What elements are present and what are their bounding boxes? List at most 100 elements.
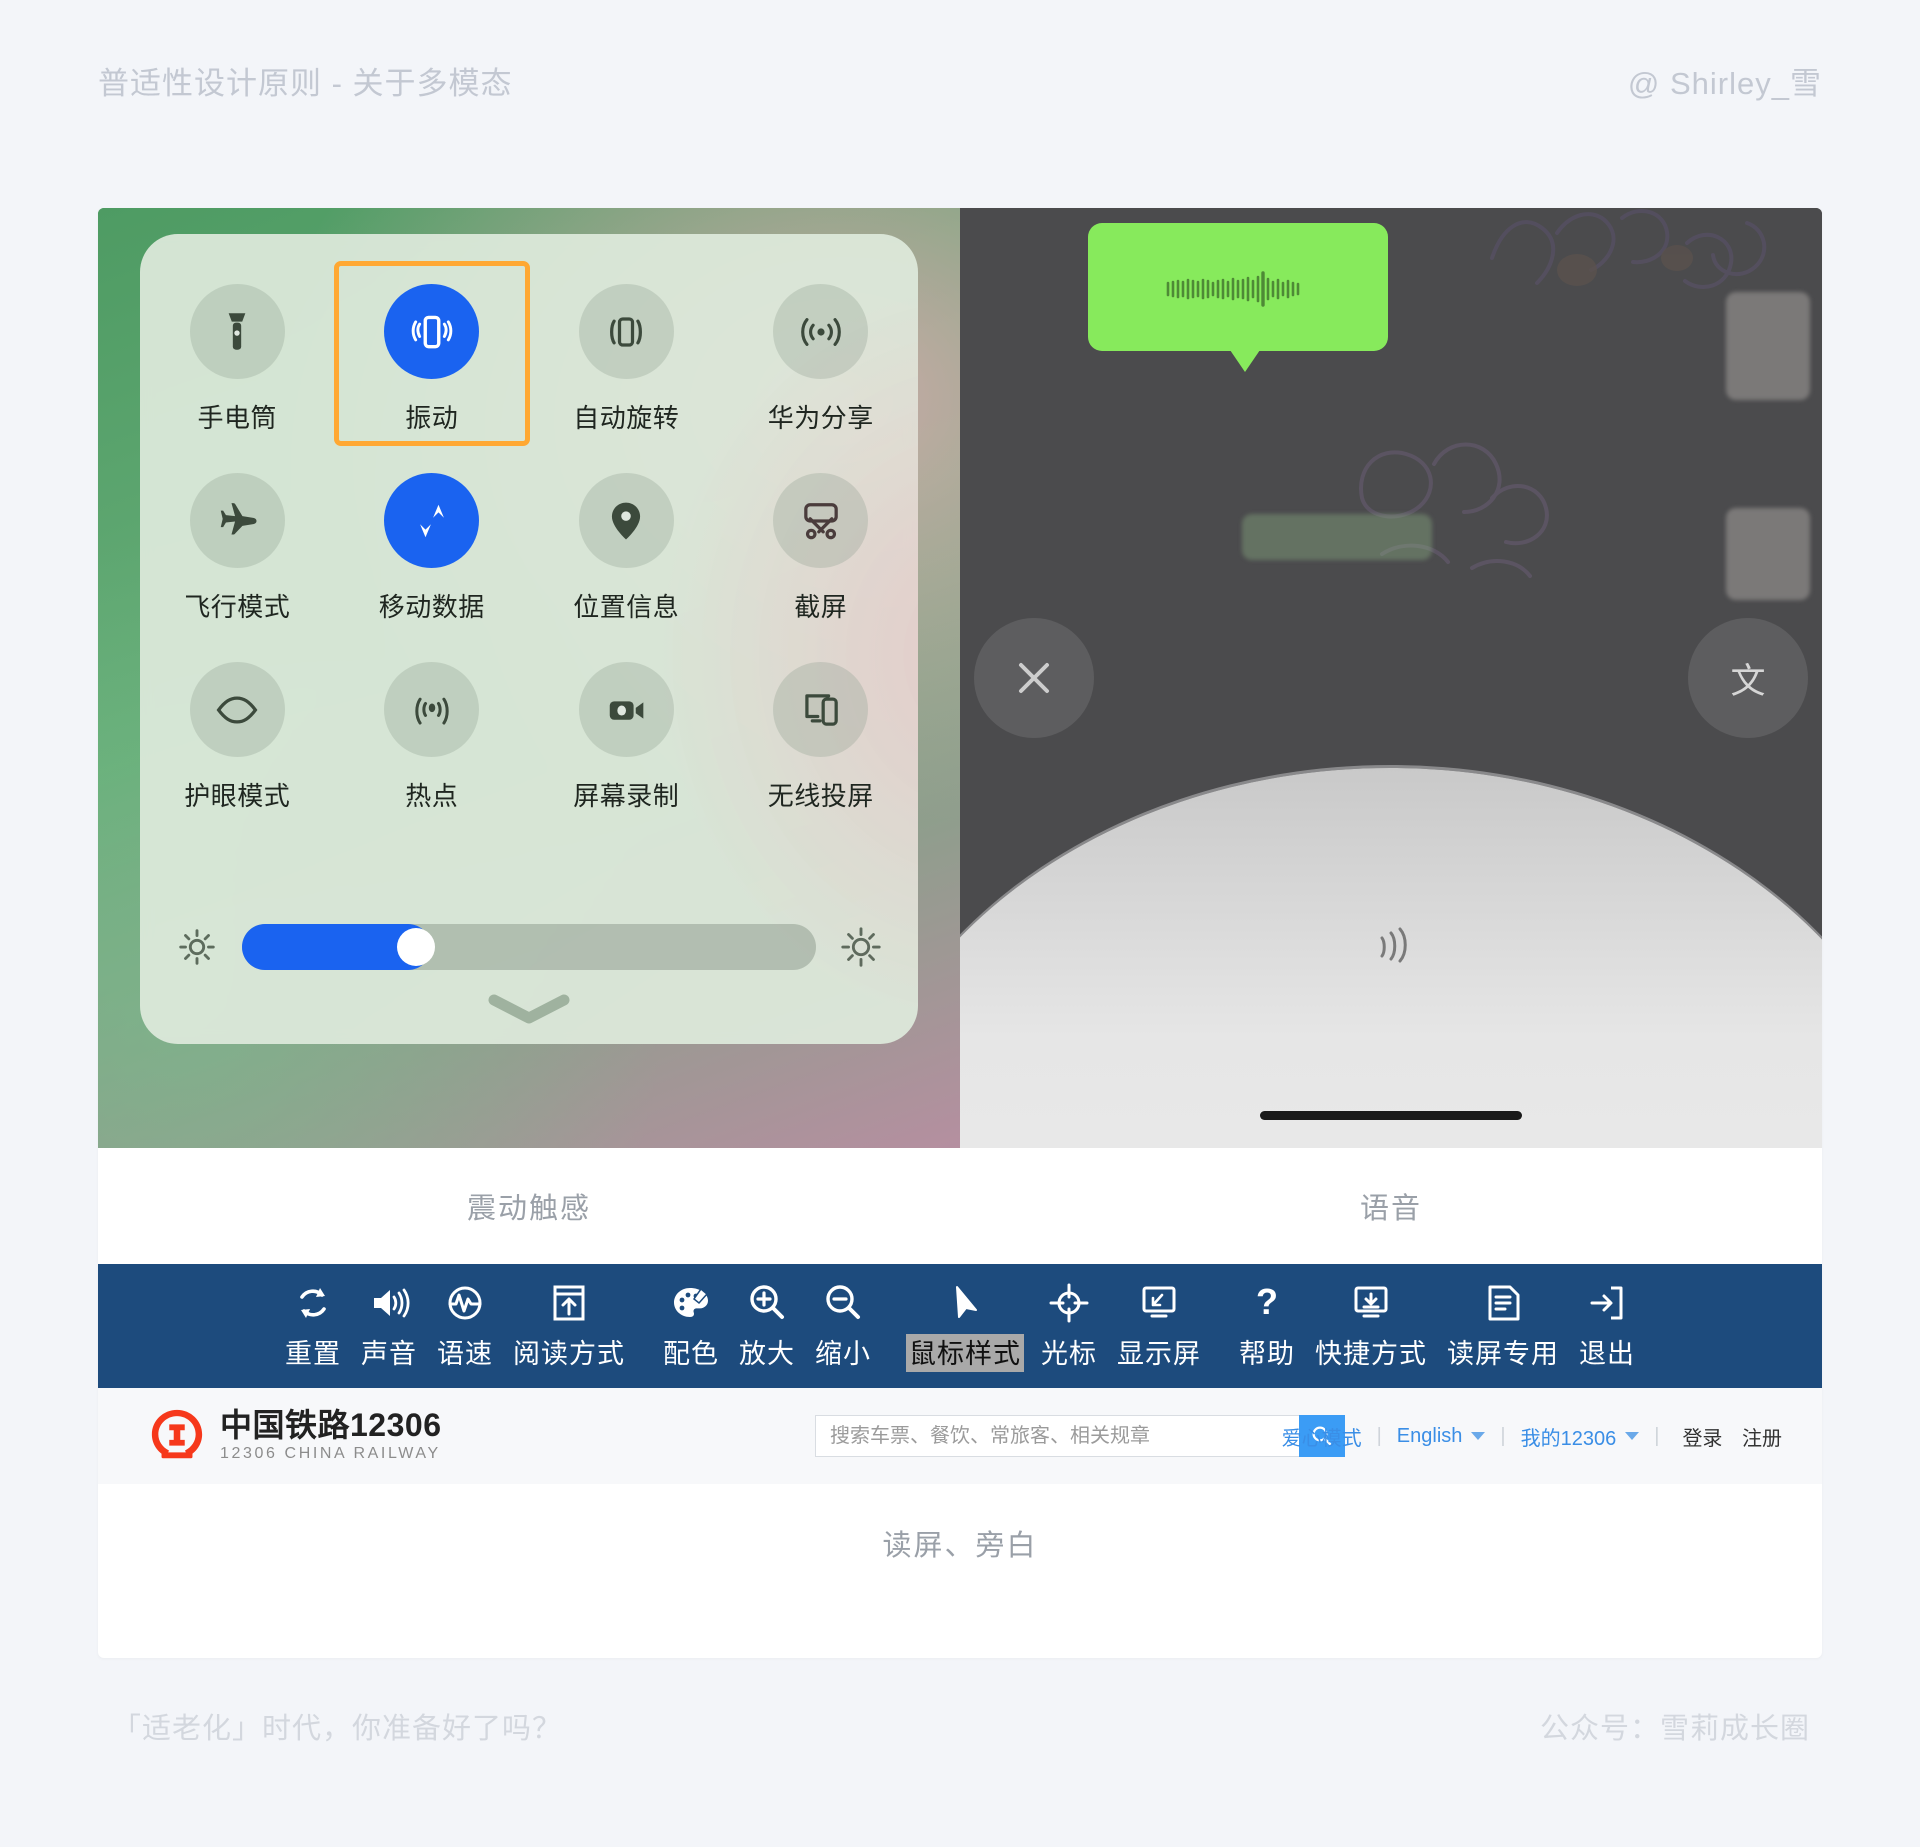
quick-toggle-cast[interactable]: 无线投屏 (724, 640, 919, 823)
site-header: 中国铁路12306 12306 CHINA RAILWAY 爱心模式 | Eng… (98, 1388, 1822, 1484)
document-icon (1472, 1272, 1534, 1334)
toolbar-item-zoom-out[interactable]: 缩小 (805, 1272, 881, 1372)
collapse-chevron-icon[interactable] (486, 992, 572, 1026)
text-mode-label: 文 (1730, 661, 1766, 701)
toolbar-item-zoom-in[interactable]: 放大 (729, 1272, 805, 1372)
quick-toggle-label: 热点 (405, 781, 459, 811)
toolbar-label: 放大 (739, 1339, 795, 1369)
voice-input-screenshot: 文 松开 发送 (960, 208, 1822, 1148)
speaker-icon (358, 1272, 420, 1334)
site-search (815, 1415, 1345, 1457)
quick-toggle-screen-record[interactable]: 屏幕录制 (529, 640, 724, 823)
site-title-cn: 中国铁路12306 (220, 1406, 442, 1443)
flashlight-icon (189, 284, 285, 379)
background-doodle-icon (1359, 442, 1549, 578)
quick-toggle-flashlight[interactable]: 手电筒 (140, 262, 335, 445)
svg-text:?: ? (1256, 1281, 1278, 1322)
quick-toggle-mobile-data[interactable]: 移动数据 (335, 451, 530, 634)
toolbar-label: 重置 (285, 1339, 341, 1369)
footer-account: 公众号：雪莉成长圈 (1539, 1713, 1810, 1745)
monitor-icon (1128, 1272, 1190, 1334)
toolbar-item-exit[interactable]: 退出 (1569, 1272, 1645, 1372)
content-card: 手电筒 振动 自动旋转 华为分享 飞行模式 移动数据 位置信息 截屏 护眼模式 … (98, 208, 1822, 1658)
toolbar-item-reset[interactable]: 重置 (275, 1272, 351, 1372)
palette-icon (660, 1272, 722, 1334)
toolbar-item-read-mode[interactable]: 阅读方式 (503, 1272, 635, 1372)
quick-toggle-screenshot[interactable]: 截屏 (724, 451, 919, 634)
chevron-down-icon[interactable] (1625, 1432, 1640, 1440)
nav-care-mode[interactable]: 爱心模式 (1282, 1422, 1362, 1451)
page-header: 普适性设计原则 - 关于多模态 @ Shirley_雪 (0, 0, 1920, 160)
toolbar-label: 光标 (1041, 1339, 1097, 1369)
refresh-icon (282, 1272, 344, 1334)
toolbar-item-palette[interactable]: 配色 (653, 1272, 729, 1372)
toolbar-label: 显示屏 (1117, 1339, 1201, 1369)
author-handle: @ Shirley_雪 (1627, 66, 1822, 101)
site-logo[interactable]: 中国铁路12306 12306 CHINA RAILWAY (148, 1407, 442, 1465)
toolbar-item-speech-rate[interactable]: 语速 (427, 1272, 503, 1372)
accessibility-toolbar: 重置 声音 语速 阅读方式 配色 放大 缩小 鼠标样式 光标 显示屏 ? 帮助 … (98, 1264, 1822, 1388)
search-input[interactable] (815, 1415, 1299, 1457)
toolbar-item-help[interactable]: ? 帮助 (1229, 1272, 1305, 1372)
toolbar-label: 退出 (1579, 1339, 1635, 1369)
quick-toggle-label: 飞行模式 (184, 592, 291, 622)
brightness-high-icon (841, 927, 881, 967)
site-nav: 爱心模式 | English | 我的12306 | 登录 注册 (1282, 1388, 1782, 1484)
quick-toggle-label: 华为分享 (767, 403, 874, 433)
screenshot-row: 手电筒 振动 自动旋转 华为分享 飞行模式 移动数据 位置信息 截屏 护眼模式 … (98, 208, 1822, 1148)
nav-separator: | (1654, 1424, 1660, 1447)
brightness-knob[interactable] (397, 928, 436, 966)
caption-voice: 语音 (1359, 1193, 1422, 1225)
location-pin-icon (578, 473, 674, 568)
site-title-en: 12306 CHINA RAILWAY (220, 1445, 441, 1463)
caption-screen-reader: 读屏、旁白 (98, 1484, 1822, 1602)
toolbar-item-caret[interactable]: 光标 (1031, 1272, 1107, 1372)
crosshair-icon (1038, 1272, 1100, 1334)
control-center-panel: 手电筒 振动 自动旋转 华为分享 飞行模式 移动数据 位置信息 截屏 护眼模式 … (140, 234, 918, 1044)
quick-toggle-hotspot[interactable]: 热点 (335, 640, 530, 823)
home-indicator-bar (1260, 1111, 1522, 1120)
quick-toggle-eye-comfort[interactable]: 护眼模式 (140, 640, 335, 823)
zoom-in-icon (736, 1272, 798, 1334)
voice-message-bubble (1088, 223, 1388, 351)
quick-toggle-location[interactable]: 位置信息 (529, 451, 724, 634)
close-x-icon (1019, 663, 1049, 693)
screenshot-icon (773, 473, 869, 568)
nav-separator: | (1500, 1424, 1506, 1447)
page-title: 普适性设计原则 - 关于多模态 (98, 66, 513, 101)
convert-to-text-button[interactable]: 文 (1688, 618, 1808, 738)
toolbar-label: 阅读方式 (513, 1339, 625, 1369)
nav-language[interactable]: English (1397, 1425, 1463, 1448)
chat-bubble-blurred (1242, 514, 1432, 560)
audio-waveform-icon (1166, 271, 1300, 307)
nav-login[interactable]: 登录 (1682, 1428, 1722, 1450)
airplane-icon (189, 473, 285, 568)
toolbar-item-display[interactable]: 显示屏 (1107, 1272, 1211, 1372)
nav-register[interactable]: 注册 (1742, 1428, 1782, 1450)
quick-toggle-auto-rotate[interactable]: 自动旋转 (529, 262, 724, 445)
quick-toggle-vibrate[interactable]: 振动 (333, 261, 530, 446)
quick-toggle-label: 移动数据 (378, 592, 485, 622)
footer-tagline: 「适老化」时代，你准备好了吗？ (112, 1713, 563, 1745)
nav-my12306[interactable]: 我的12306 (1521, 1422, 1617, 1451)
china-railway-logo-icon (151, 1409, 203, 1459)
toolbar-label: 鼠标样式 (906, 1334, 1024, 1372)
quick-toggle-huawei-share[interactable]: 华为分享 (724, 262, 919, 445)
quick-toggle-airplane[interactable]: 飞行模式 (140, 451, 335, 634)
brightness-slider[interactable] (242, 924, 816, 970)
toolbar-item-cursor-style[interactable]: 鼠标样式 (899, 1272, 1031, 1372)
mic-indicator (960, 918, 1822, 977)
caption-haptics: 震动触感 (466, 1193, 591, 1225)
toolbar-label: 缩小 (815, 1339, 871, 1369)
auto-rotate-icon (578, 284, 674, 379)
toolbar-item-shortcuts[interactable]: 快捷方式 (1305, 1272, 1437, 1372)
quick-toggle-label: 无线投屏 (767, 781, 874, 811)
control-center-screenshot: 手电筒 振动 自动旋转 华为分享 飞行模式 移动数据 位置信息 截屏 护眼模式 … (98, 208, 960, 1148)
toolbar-label: 快捷方式 (1315, 1339, 1427, 1369)
chevron-down-icon[interactable] (1471, 1432, 1486, 1440)
quick-toggle-label: 手电筒 (197, 403, 277, 433)
toolbar-item-screen-reader[interactable]: 读屏专用 (1437, 1272, 1569, 1372)
toolbar-item-sound[interactable]: 声音 (351, 1272, 427, 1372)
cancel-recording-button[interactable] (974, 618, 1094, 738)
read-mode-icon (538, 1272, 600, 1334)
